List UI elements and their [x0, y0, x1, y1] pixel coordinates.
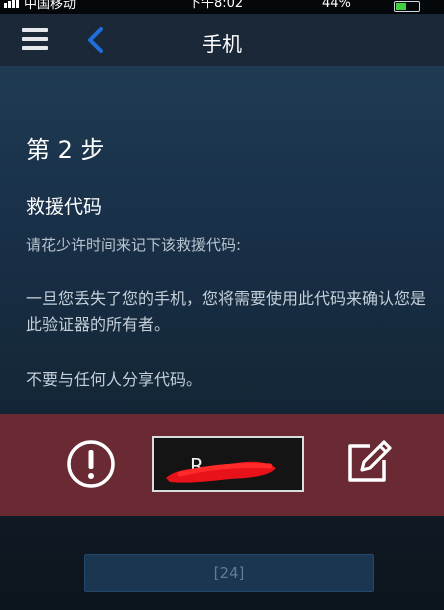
- instruction-text: 请花少许时间来记下该救援代码:: [26, 236, 242, 254]
- redaction-scribble: [166, 461, 276, 483]
- status-bar: 中国移动 下午8:02 44%: [0, 0, 444, 14]
- battery-percent: 44%: [322, 0, 351, 11]
- status-time: 下午8:02: [188, 0, 244, 11]
- exclamation-circle-icon: [67, 440, 115, 488]
- carrier-name: 中国移动: [24, 0, 77, 12]
- carrier-label: 中国移动: [4, 0, 76, 12]
- battery-icon: [394, 1, 420, 12]
- countdown-button[interactable]: [24]: [84, 554, 374, 592]
- rescue-code-heading: 救援代码: [26, 196, 103, 218]
- pencil-square-icon[interactable]: [340, 434, 396, 490]
- rescue-code-box: R: [152, 436, 304, 492]
- rescue-code-panel: R: [0, 414, 444, 516]
- footer-area: [24]: [0, 516, 444, 610]
- nav-bar: 手机: [0, 14, 444, 66]
- main-content: 第 2 步 救援代码 请花少许时间来记下该救援代码: 一旦您丢失了您的手机，您将…: [0, 66, 444, 414]
- share-notice-text: 不要与任何人分享代码。: [26, 370, 203, 389]
- signal-icon: [4, 0, 20, 12]
- page-title: 手机: [202, 32, 242, 56]
- step-title: 第 2 步: [26, 136, 105, 164]
- warning-text: 一旦您丢失了您的手机，您将需要使用此代码来确认您是此验证器的所有者。: [26, 289, 427, 334]
